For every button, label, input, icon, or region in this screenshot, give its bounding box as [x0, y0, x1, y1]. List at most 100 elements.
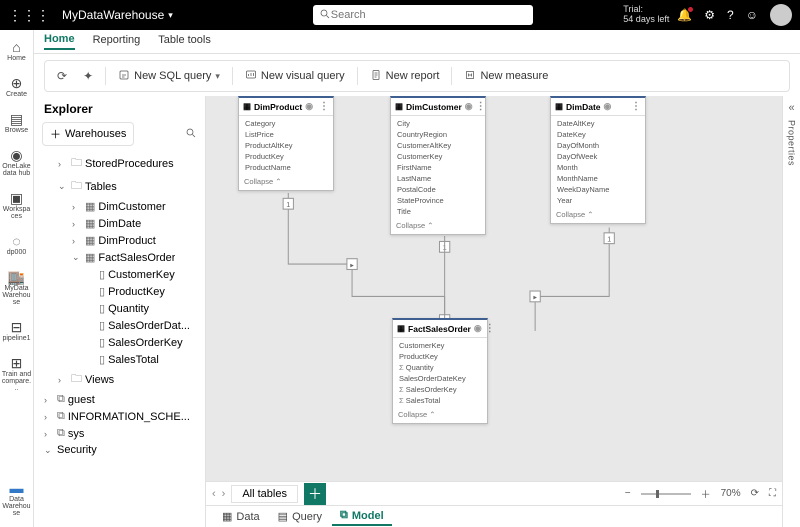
- field-productkey[interactable]: ProductKey: [393, 351, 487, 362]
- warehouses-button[interactable]: ＋ Warehouses: [42, 122, 134, 146]
- table-header[interactable]: ▦DimCustomer◉⋮: [391, 98, 485, 116]
- more-icon[interactable]: ⋮: [476, 101, 486, 112]
- new-report-button[interactable]: New report: [364, 66, 446, 87]
- global-search[interactable]: [313, 5, 533, 25]
- field-salestotal[interactable]: SalesTotal: [393, 395, 487, 406]
- tree-node-quantity[interactable]: ▯Quantity: [38, 300, 205, 317]
- field-title[interactable]: Title: [391, 206, 485, 217]
- waffle-icon[interactable]: ⋮⋮⋮: [8, 7, 50, 24]
- ribbon-tab-table-tools[interactable]: Table tools: [158, 34, 211, 49]
- field-customeraltkey[interactable]: CustomerAltKey: [391, 140, 485, 151]
- field-datealtkey[interactable]: DateAltKey: [551, 118, 645, 129]
- field-monthname[interactable]: MonthName: [551, 173, 645, 184]
- rail-item-onelake-data-hub[interactable]: ◉OneLake data hub: [2, 146, 32, 179]
- more-icon[interactable]: ⋮: [631, 101, 641, 112]
- ribbon-tab-reporting[interactable]: Reporting: [93, 34, 141, 49]
- model-table-dimproduct[interactable]: ▦DimProduct◉⋮CategoryListPriceProductAlt…: [238, 96, 334, 191]
- new-visual-query-button[interactable]: New visual query: [239, 66, 351, 87]
- model-table-dimcustomer[interactable]: ▦DimCustomer◉⋮CityCountryRegionCustomerA…: [390, 96, 486, 235]
- help-icon[interactable]: ?: [727, 8, 734, 22]
- field-datekey[interactable]: DateKey: [551, 129, 645, 140]
- field-month[interactable]: Month: [551, 162, 645, 173]
- ribbon-tab-home[interactable]: Home: [44, 33, 75, 50]
- field-lastname[interactable]: LastName: [391, 173, 485, 184]
- rail-item-data-warehouse[interactable]: ▬Data Warehouse: [2, 479, 32, 519]
- field-dayofweek[interactable]: DayOfWeek: [551, 151, 645, 162]
- rail-item-browse[interactable]: ▤Browse: [2, 110, 32, 136]
- field-postalcode[interactable]: PostalCode: [391, 184, 485, 195]
- avatar[interactable]: [770, 4, 792, 26]
- model-table-factsalesorder[interactable]: ▦FactSalesOrder◉⋮ CustomerKeyProductKeyQu…: [392, 318, 488, 424]
- visibility-icon[interactable]: ◉: [604, 101, 612, 112]
- field-year[interactable]: Year: [551, 195, 645, 206]
- field-weekdayname[interactable]: WeekDayName: [551, 184, 645, 195]
- tree-node-salesorderdat-[interactable]: ▯SalesOrderDat...: [38, 317, 205, 334]
- zoom-fit-icon[interactable]: ⛶: [769, 488, 776, 499]
- field-stateprovince[interactable]: StateProvince: [391, 195, 485, 206]
- tree-node-information-sche-[interactable]: ›⧉INFORMATION_SCHE...: [38, 408, 205, 425]
- discover-button[interactable]: ✦: [77, 66, 99, 86]
- tab-scroll-arrows[interactable]: ‹›: [212, 488, 225, 500]
- model-canvas[interactable]: 1▸1*1▸ ▦DimProduct◉⋮CategoryListPricePro…: [206, 96, 782, 527]
- properties-pane-collapsed[interactable]: « Properties: [782, 96, 800, 527]
- rail-item-create[interactable]: ⊕Create: [2, 74, 32, 100]
- table-header[interactable]: ▦DimProduct◉⋮: [239, 98, 333, 116]
- field-salesorderdatekey[interactable]: SalesOrderDateKey: [393, 373, 487, 384]
- field-customerkey[interactable]: CustomerKey: [391, 151, 485, 162]
- visibility-icon[interactable]: ◉: [474, 323, 482, 334]
- zoom-in-button[interactable]: ＋: [701, 486, 711, 501]
- field-category[interactable]: Category: [239, 118, 333, 129]
- view-tab-model[interactable]: ⧉Model: [332, 507, 392, 526]
- field-customerkey[interactable]: CustomerKey: [393, 340, 487, 351]
- tree-node-dimcustomer[interactable]: ›▦DimCustomer: [38, 198, 205, 215]
- collapse-button[interactable]: Collapse ⌃: [551, 208, 645, 223]
- new-sql-query-button[interactable]: New SQL query ▾: [112, 66, 226, 87]
- zoom-reset-icon[interactable]: ⟳: [751, 488, 759, 499]
- collapse-button[interactable]: Collapse ⌃: [391, 219, 485, 234]
- field-productaltkey[interactable]: ProductAltKey: [239, 140, 333, 151]
- more-icon[interactable]: ⋮: [319, 101, 329, 112]
- field-productname[interactable]: ProductName: [239, 162, 333, 173]
- field-quantity[interactable]: Quantity: [393, 362, 487, 373]
- tree-node-sys[interactable]: ›⧉sys: [38, 425, 205, 442]
- field-city[interactable]: City: [391, 118, 485, 129]
- view-tab-query[interactable]: ▤Query: [270, 508, 330, 525]
- expand-properties-icon[interactable]: «: [788, 102, 794, 114]
- model-table-dimdate[interactable]: ▦DimDate◉⋮DateAltKeyDateKeyDayOfMonthDay…: [550, 96, 646, 224]
- rail-item-mydatawarehouse[interactable]: 🏬MyDataWarehouse: [2, 268, 32, 308]
- tree-node-salesorderkey[interactable]: ▯SalesOrderKey: [38, 334, 205, 351]
- table-header[interactable]: ▦FactSalesOrder◉⋮: [393, 320, 487, 338]
- rail-item-dp000[interactable]: ◌dp000: [2, 232, 32, 258]
- rail-item-home[interactable]: ⌂Home: [2, 38, 32, 64]
- settings-icon[interactable]: ⚙: [704, 8, 715, 22]
- field-listprice[interactable]: ListPrice: [239, 129, 333, 140]
- feedback-icon[interactable]: ☺: [746, 8, 758, 22]
- visibility-icon[interactable]: ◉: [305, 101, 313, 112]
- tree-node-dimproduct[interactable]: ›▦DimProduct: [38, 232, 205, 249]
- rail-item-pipeline1[interactable]: ⊟pipeline1: [2, 318, 32, 344]
- new-measure-button[interactable]: New measure: [458, 66, 554, 87]
- field-dayofmonth[interactable]: DayOfMonth: [551, 140, 645, 151]
- zoom-out-button[interactable]: −: [625, 488, 631, 499]
- collapse-button[interactable]: Collapse ⌃: [393, 408, 487, 423]
- table-header[interactable]: ▦DimDate◉⋮: [551, 98, 645, 116]
- tree-node-dimdate[interactable]: ›▦DimDate: [38, 215, 205, 232]
- tree-node-factsalesorder[interactable]: ⌄▦FactSalesOrder: [38, 249, 205, 266]
- more-icon[interactable]: ⋮: [485, 323, 495, 334]
- field-firstname[interactable]: FirstName: [391, 162, 485, 173]
- warehouse-title-dropdown[interactable]: MyDataWarehouse ▾: [62, 8, 173, 22]
- search-input[interactable]: [331, 9, 527, 21]
- field-productkey[interactable]: ProductKey: [239, 151, 333, 162]
- field-salesorderkey[interactable]: SalesOrderKey: [393, 384, 487, 395]
- tree-node-tables[interactable]: ⌄🗀Tables: [38, 175, 205, 198]
- zoom-slider[interactable]: [641, 493, 691, 495]
- rail-item-train-and-compare-[interactable]: ⊞Train and compare...: [2, 354, 32, 394]
- tree-node-guest[interactable]: ›⧉guest: [38, 391, 205, 408]
- tree-node-productkey[interactable]: ▯ProductKey: [38, 283, 205, 300]
- visibility-icon[interactable]: ◉: [465, 101, 473, 112]
- rail-item-workspaces[interactable]: ▣Workspaces: [2, 189, 32, 222]
- tree-node-customerkey[interactable]: ▯CustomerKey: [38, 266, 205, 283]
- layout-tab-all-tables[interactable]: All tables: [231, 485, 298, 503]
- add-layout-tab-button[interactable]: ＋: [304, 483, 326, 505]
- view-tab-data[interactable]: ▦Data: [214, 508, 268, 525]
